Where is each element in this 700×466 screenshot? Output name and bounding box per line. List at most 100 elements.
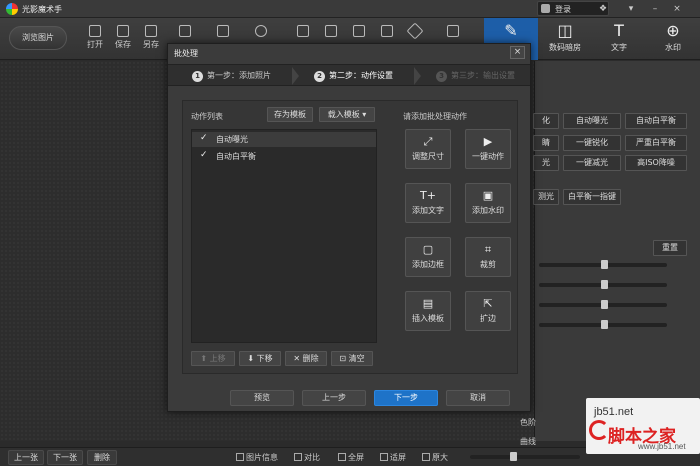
trash-icon: ⊡ — [339, 354, 347, 363]
resize-button[interactable]: ⤢ 调整尺寸 — [405, 129, 451, 169]
add-watermark-button[interactable]: ▣ 添加水印 — [465, 183, 511, 223]
border-icon: ▢ — [422, 243, 434, 256]
crop-button[interactable]: ⌗ 裁剪 — [465, 237, 511, 277]
zoom-slider[interactable] — [470, 452, 580, 461]
tab-watermark[interactable]: ⊕ 水印 — [646, 18, 700, 60]
levels-label[interactable]: 色阶 — [520, 417, 536, 428]
rp-button[interactable]: 化 — [533, 113, 559, 129]
load-template-button[interactable]: 载入模板 ▾ — [319, 107, 375, 122]
crop-icon: ⌗ — [484, 243, 492, 256]
step-1[interactable]: 1 第一步：添加照片 — [192, 70, 271, 82]
slider-knob[interactable] — [600, 320, 608, 329]
strict-white-balance-button[interactable]: 严重白平衡 — [625, 135, 687, 151]
batch-dialog: 批处理 × 1 第一步：添加照片 2 第二步：动作设置 3 第三步：输出设置 动作列表… — [167, 43, 531, 412]
close-window-icon[interactable]: × — [668, 2, 686, 16]
one-click-sharpen-button[interactable]: 一键锐化 — [563, 135, 621, 151]
high-iso-denoise-button[interactable]: 高ISO降噪 — [625, 155, 687, 171]
next-image-button[interactable]: 下一张 — [47, 450, 83, 465]
save-label: 保存 — [115, 40, 131, 49]
save-button[interactable]: 保存 — [110, 22, 136, 56]
one-click-action-button[interactable]: ▶ 一键动作 — [465, 129, 511, 169]
slider-1[interactable] — [539, 260, 667, 269]
curves-label[interactable]: 曲线 — [520, 436, 536, 447]
dialog-body: 动作列表 存为模板 载入模板 ▾ ✓ 自动曝光 ✓ 自动白平衡 ⬆ 上移 ⬇ 下… — [182, 100, 518, 374]
fullscreen-button[interactable]: 全屏 — [338, 452, 364, 463]
compare-icon — [294, 453, 302, 461]
one-click-reduce-light-button[interactable]: 一键减光 — [563, 155, 621, 171]
previous-step-button[interactable]: 上一步 — [302, 390, 366, 406]
delete-icon: ✕ — [293, 354, 301, 363]
rp-button[interactable]: 光 — [533, 155, 559, 171]
add-text-button[interactable]: T+ 添加文字 — [405, 183, 451, 223]
save-template-button[interactable]: 存为模板 — [267, 107, 313, 122]
list-item[interactable]: ✓ 自动白平衡 — [192, 149, 376, 164]
watermark-icon: ⊕ — [666, 21, 680, 40]
action-list[interactable]: ✓ 自动曝光 ✓ 自动白平衡 — [191, 129, 377, 343]
fit-screen-button[interactable]: 适屏 — [380, 452, 406, 463]
expand-border-button[interactable]: ⇱ 扩边 — [465, 291, 511, 331]
list-item[interactable]: ✓ 自动曝光 — [192, 132, 376, 147]
actual-size-button[interactable]: 原大 — [422, 452, 448, 463]
menu-icon[interactable]: ▾ — [622, 2, 640, 16]
move-down-button[interactable]: ⬇ 下移 — [239, 351, 281, 366]
browse-images-button[interactable]: 浏览图片 — [9, 26, 67, 50]
zoom-knob[interactable] — [510, 452, 517, 461]
step-chevron — [414, 67, 421, 85]
right-panel: 化 自动曝光 自动白平衡 睛 一键锐化 严重白平衡 光 一键减光 高ISO降噪 … — [533, 61, 700, 441]
text-plus-icon: T+ — [420, 189, 436, 202]
step-chevron — [292, 67, 299, 85]
preview-button[interactable]: 预览 — [230, 390, 294, 406]
tab-darkroom-label: 数码暗房 — [549, 43, 581, 52]
move-up-button[interactable]: ⬆ 上移 — [191, 351, 235, 366]
play-icon: ▶ — [483, 135, 493, 148]
tab-text[interactable]: T 文字 — [592, 18, 646, 60]
checkbox-icon[interactable]: ✓ — [200, 150, 208, 160]
delete-image-button[interactable]: 删除 — [87, 450, 117, 465]
template-icon: ▤ — [422, 297, 434, 310]
dialog-close-button[interactable]: × — [510, 46, 525, 59]
image-info-button[interactable]: 图片信息 — [236, 452, 278, 463]
slider-knob[interactable] — [600, 260, 608, 269]
actual-size-icon — [422, 453, 430, 461]
save-as-label: 另存 — [143, 40, 159, 49]
arrow-up-icon: ⬆ — [200, 354, 208, 363]
white-balance-pick-button[interactable]: 白平衡一指键 — [563, 189, 621, 205]
auto-white-balance-button[interactable]: 自动白平衡 — [625, 113, 687, 129]
next-step-button[interactable]: 下一步 — [374, 390, 438, 406]
login-label: 登录 — [555, 5, 571, 14]
save-as-button[interactable]: 另存 — [138, 22, 164, 56]
step-2[interactable]: 2 第二步：动作设置 — [314, 70, 393, 82]
slider-4[interactable] — [539, 320, 667, 329]
text-icon: T — [614, 21, 624, 40]
delete-action-button[interactable]: ✕ 删除 — [285, 351, 327, 366]
site-watermark: jb51.net 脚本之家 www.jb51.net — [586, 398, 700, 454]
save-as-icon — [145, 25, 157, 37]
auto-exposure-button[interactable]: 自动曝光 — [563, 113, 621, 129]
rp-button[interactable]: 睛 — [533, 135, 559, 151]
slider-knob[interactable] — [600, 280, 608, 289]
previous-image-button[interactable]: 上一张 — [8, 450, 44, 465]
step-3: 3 第三步：输出设置 — [436, 70, 515, 82]
edit-icon: ✎ — [504, 21, 518, 40]
reset-button[interactable]: 重置 — [653, 240, 687, 256]
slider-knob[interactable] — [600, 300, 608, 309]
compare-button[interactable]: 对比 — [294, 452, 320, 463]
tab-darkroom[interactable]: ◫ 数码暗房 — [538, 18, 592, 60]
slider-3[interactable] — [539, 300, 667, 309]
cancel-button[interactable]: 取消 — [446, 390, 510, 406]
dropdown-icon: ▾ — [362, 110, 367, 119]
minimize-icon[interactable]: – — [646, 2, 664, 16]
slider-2[interactable] — [539, 280, 667, 289]
list-item-label: 自动白平衡 — [216, 152, 256, 161]
insert-template-button[interactable]: ▤ 插入模板 — [405, 291, 451, 331]
list-item-label: 自动曝光 — [216, 135, 248, 144]
metering-button[interactable]: 测光 — [533, 189, 559, 205]
add-border-button[interactable]: ▢ 添加边框 — [405, 237, 451, 277]
tab-text-label: 文字 — [611, 43, 627, 52]
skin-icon[interactable]: ❖ — [594, 2, 612, 16]
checkbox-icon[interactable]: ✓ — [200, 133, 208, 143]
watermark-site: jb51.net — [594, 406, 634, 418]
clear-actions-button[interactable]: ⊡ 清空 — [331, 351, 373, 366]
app-logo-icon — [6, 3, 18, 15]
open-button[interactable]: 打开 — [82, 22, 108, 56]
